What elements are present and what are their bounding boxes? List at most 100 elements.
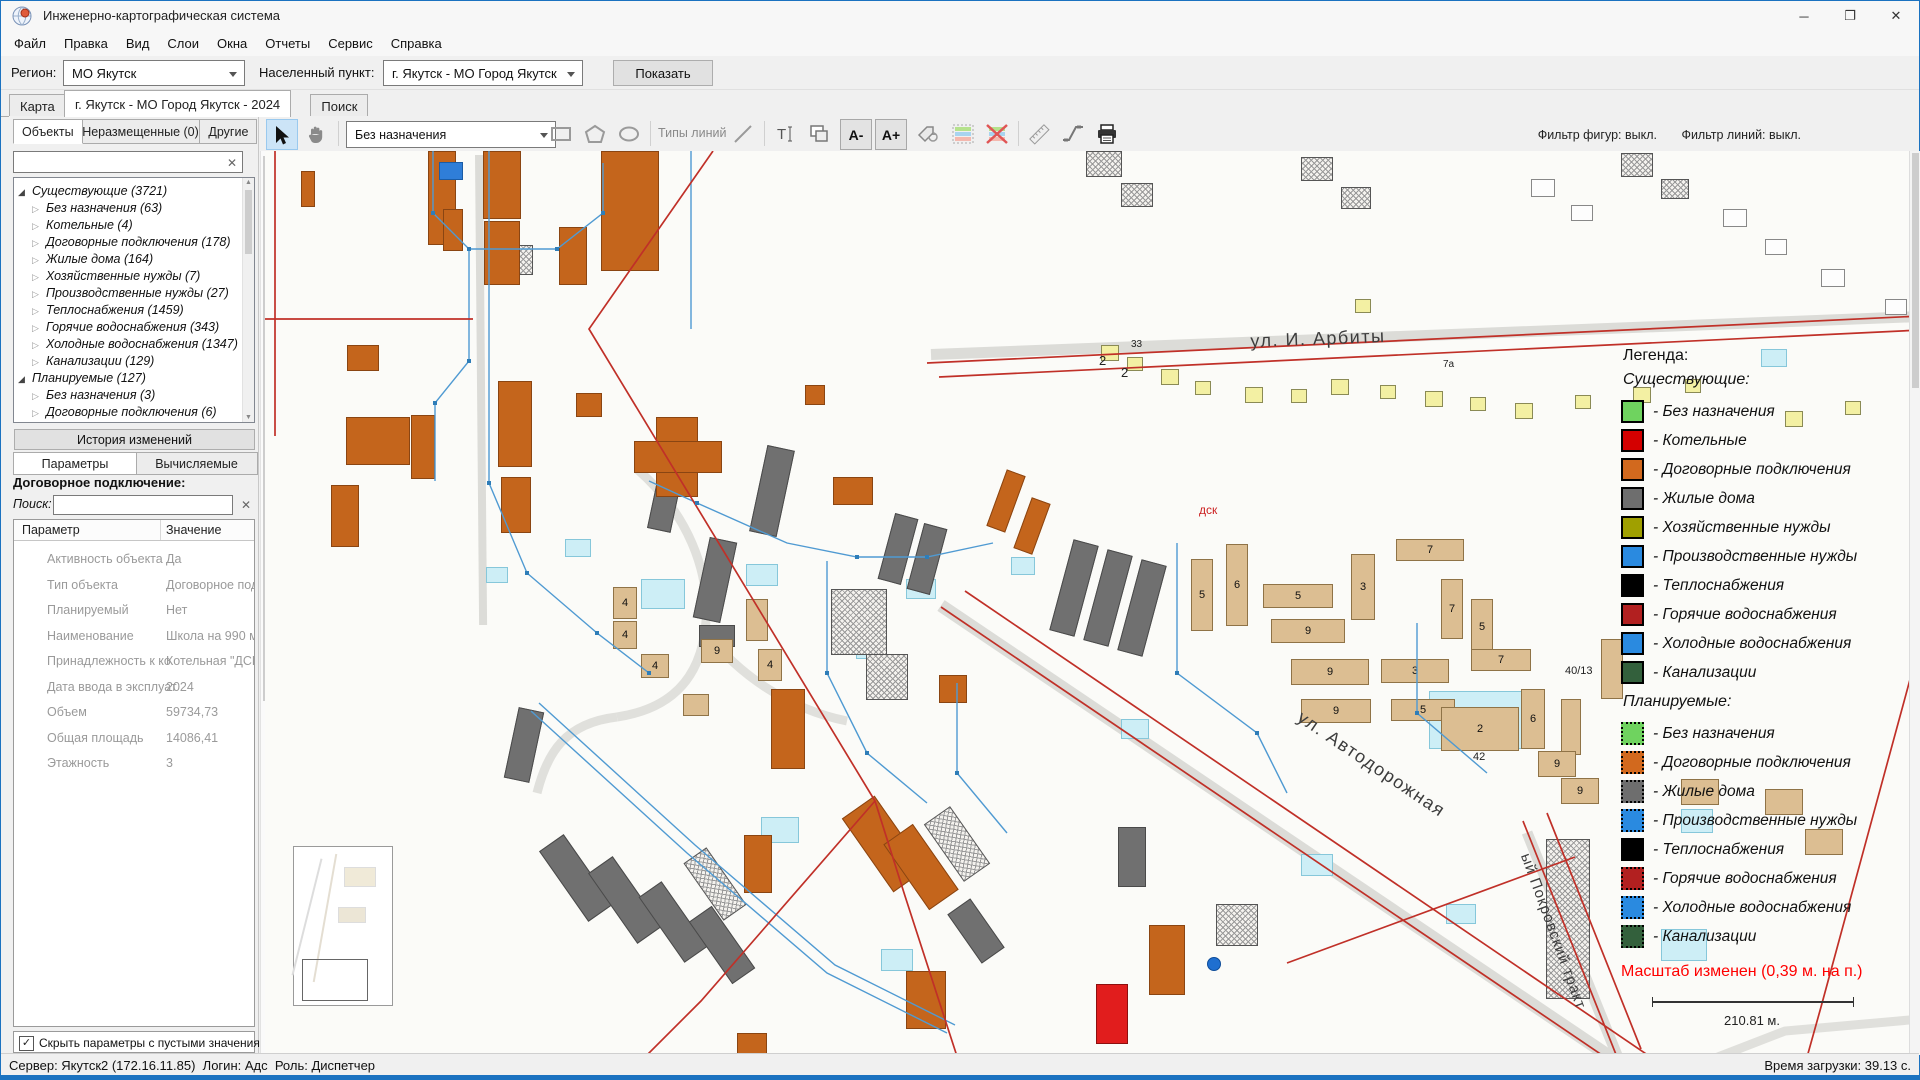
objects-search[interactable]: ✕: [13, 151, 243, 173]
table-row[interactable]: Этажность3: [14, 750, 254, 775]
minimap[interactable]: [293, 846, 393, 1006]
font-decrease[interactable]: A-: [840, 119, 872, 150]
tree-expander-icon[interactable]: ▷: [32, 408, 39, 419]
minimap-viewport[interactable]: [302, 959, 368, 1001]
tree-expander-icon[interactable]: ▷: [32, 357, 39, 368]
tree-item[interactable]: ◢Существующие (3721): [14, 184, 167, 201]
menu-item-Файл[interactable]: Файл: [5, 33, 55, 54]
menu-item-Слои[interactable]: Слои: [158, 33, 208, 54]
tree-expander-icon[interactable]: ▷: [32, 272, 39, 283]
layers-icon: [951, 123, 975, 145]
doc-tab[interactable]: Карта: [9, 94, 66, 117]
clear-param-search-icon[interactable]: ✕: [241, 498, 251, 512]
menu-item-Сервис[interactable]: Сервис: [319, 33, 382, 54]
selected-object-marker[interactable]: [1207, 957, 1221, 971]
layers-off-tool-button[interactable]: [982, 119, 1012, 148]
tree-expander-icon[interactable]: ▷: [32, 238, 39, 249]
table-row[interactable]: ПланируемыйНет: [14, 597, 254, 622]
hide-empty-checkbox[interactable]: ✓: [19, 1036, 34, 1051]
table-row[interactable]: Общая площадь14086,41: [14, 725, 254, 750]
table-row[interactable]: НаименованиеШкола на 990 м: [14, 623, 254, 648]
ruler-tool-button[interactable]: [1024, 119, 1054, 148]
pan-tool-button[interactable]: [300, 119, 330, 148]
text-tool-button[interactable]: T: [770, 119, 800, 148]
legend-item: - Производственные нужды: [1621, 806, 1920, 835]
param-tab-Параметры[interactable]: Параметры: [13, 452, 137, 475]
clear-search-icon[interactable]: ✕: [227, 156, 237, 170]
measure-tool-button[interactable]: [1058, 119, 1088, 148]
map-right-scrollbar[interactable]: [1909, 151, 1920, 1055]
shape-type-select[interactable]: Без назначения: [346, 121, 556, 148]
tree-expander-icon[interactable]: ▷: [32, 340, 39, 351]
tree-item[interactable]: ▷Жилые дома (164): [14, 252, 153, 269]
tree-expander-icon[interactable]: ▷: [32, 221, 39, 232]
tree-item[interactable]: ▷Горячие водоснабжения (343): [14, 320, 219, 337]
tree-item[interactable]: ▷Холодные водоснабжения (1347): [14, 337, 238, 354]
tree-scrollbar[interactable]: ▲ ▼: [242, 178, 254, 422]
print-tool-button[interactable]: [1092, 119, 1122, 148]
menu-item-Справка[interactable]: Справка: [382, 33, 451, 54]
tree-item[interactable]: ▷Без назначения (3): [14, 388, 155, 405]
shape-pentagon-button[interactable]: [580, 119, 610, 148]
region-select[interactable]: МО Якутск: [63, 60, 245, 86]
menu-item-Окна[interactable]: Окна: [208, 33, 256, 54]
tree-expander-icon[interactable]: ◢: [18, 187, 25, 198]
show-button[interactable]: Показать: [613, 60, 713, 86]
legend-item-label: - Канализации: [1653, 664, 1756, 682]
maximize-button[interactable]: ❐: [1827, 1, 1873, 31]
shape-rect-button[interactable]: [546, 119, 576, 148]
tree-item[interactable]: ▷Хозяйственные нужды (7): [14, 269, 200, 286]
copy-shape-tool-button[interactable]: [804, 119, 834, 148]
tree-expander-icon[interactable]: ▷: [32, 391, 39, 402]
menu-item-Вид[interactable]: Вид: [117, 33, 159, 54]
line-tool-button[interactable]: [728, 119, 758, 148]
param-name: Этажность: [47, 756, 109, 770]
panel-tab-Неразмещенные (0)[interactable]: Неразмещенные (0): [73, 119, 208, 144]
tree-expander-icon[interactable]: ▷: [32, 323, 39, 334]
tree-item-label: Без назначения (63): [46, 201, 162, 215]
menu-item-Правка[interactable]: Правка: [55, 33, 117, 54]
history-button[interactable]: История изменений: [14, 429, 255, 450]
tree-expander-icon[interactable]: ▷: [32, 306, 39, 317]
scroll-up-icon[interactable]: ▲: [245, 179, 252, 186]
layers-fill-tool-button[interactable]: [948, 119, 978, 148]
tree-item[interactable]: ▷ Без назначения (63): [14, 201, 162, 218]
rect-icon: [549, 123, 573, 145]
map-canvas[interactable]: 5659377593769529944494ул. И. Арбитыул. А…: [265, 151, 1920, 1055]
table-row[interactable]: Дата ввода в эксплуат2024: [14, 674, 254, 699]
tree-item[interactable]: ▷Договорные подключения (6): [14, 405, 217, 422]
table-row[interactable]: Объем59734,73: [14, 699, 254, 724]
font-increase[interactable]: A+: [875, 119, 907, 150]
param-tab-Вычисляемые[interactable]: Вычисляемые: [135, 452, 258, 475]
panel-tab-Другие[interactable]: Другие: [199, 119, 257, 144]
settlement-select[interactable]: г. Якутск - МО Город Якутск: [383, 60, 583, 86]
menu-item-Отчеты[interactable]: Отчеты: [256, 33, 319, 54]
tree-item[interactable]: ▷Котельные (4): [14, 218, 133, 235]
doc-tab[interactable]: Поиск: [310, 94, 368, 117]
tree-item[interactable]: ▷Теплоснабжения (1459): [14, 303, 184, 320]
doc-tab[interactable]: г. Якутск - МО Город Якутск - 2024: [64, 90, 291, 117]
tag-refresh-tool-button[interactable]: [912, 119, 942, 148]
scroll-down-icon[interactable]: ▼: [245, 414, 252, 421]
tree-expander-icon[interactable]: ◢: [18, 374, 25, 385]
select-tool-button[interactable]: [266, 119, 298, 150]
legend-swatch: [1621, 574, 1644, 597]
shape-ellipse-button[interactable]: [614, 119, 644, 148]
param-search-input[interactable]: [53, 495, 233, 515]
tree-item[interactable]: ▷Канализации (129): [14, 354, 154, 371]
panel-tab-Объекты[interactable]: Объекты: [13, 119, 83, 144]
tree-expander-icon[interactable]: ▷: [32, 204, 39, 215]
tree-item[interactable]: ▷Договорные подключения (178): [14, 235, 231, 252]
tree-expander-icon[interactable]: ▷: [32, 289, 39, 300]
minimize-button[interactable]: ─: [1781, 1, 1827, 31]
table-row[interactable]: Принадлежность к коКотельная "ДСК: [14, 648, 254, 673]
tree-expander-icon[interactable]: ▷: [32, 255, 39, 266]
tree-item[interactable]: ◢Планируемые (127): [14, 371, 146, 388]
param-value: Нет: [166, 603, 187, 617]
close-button[interactable]: ✕: [1873, 1, 1919, 31]
table-row[interactable]: Тип объектаДоговорное под: [14, 572, 254, 597]
tree-item[interactable]: ▷Жилые дома (3): [14, 422, 139, 423]
param-value: Договорное под: [166, 578, 255, 592]
table-row[interactable]: Активность объектаДа: [14, 546, 254, 571]
tree-item[interactable]: ▷Производственные нужды (27): [14, 286, 229, 303]
